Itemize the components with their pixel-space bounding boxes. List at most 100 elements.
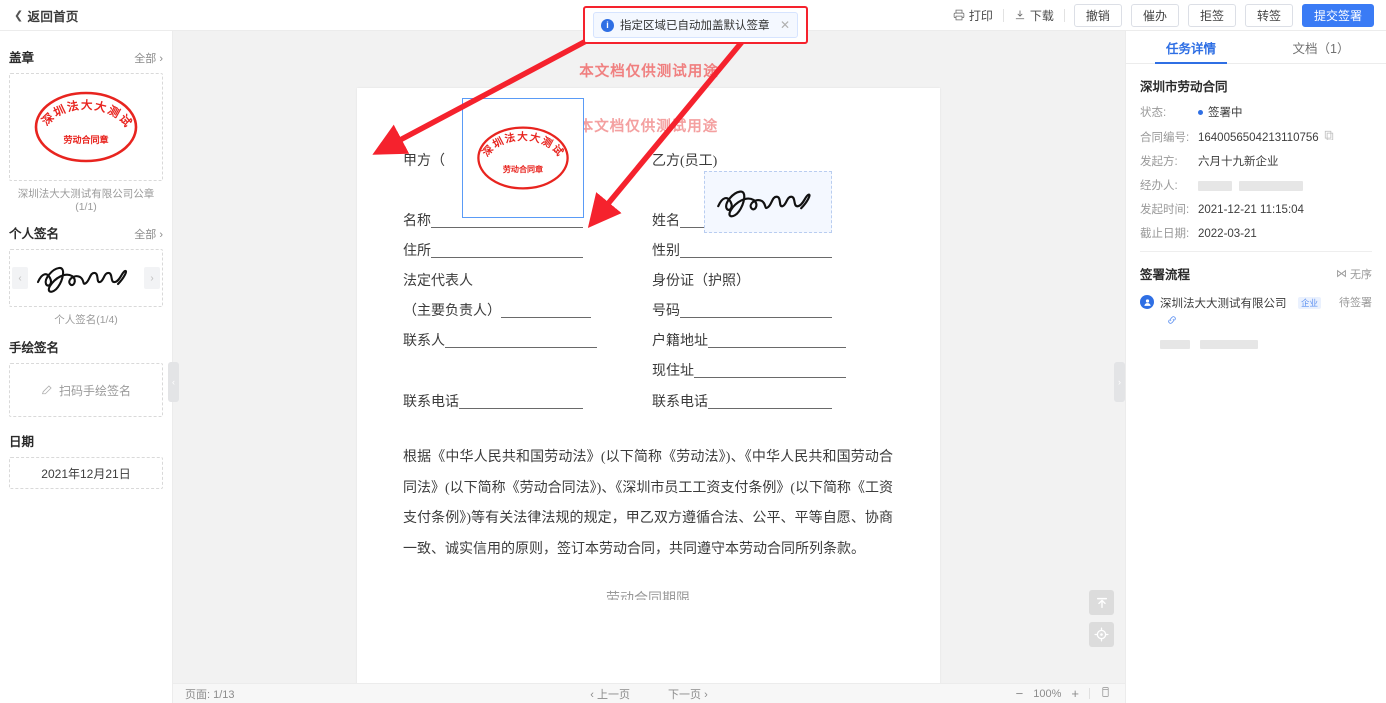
seal-view-all-link[interactable]: 全部 › <box>134 50 163 66</box>
toast-message: 指定区域已自动加盖默认签章 <box>620 20 770 32</box>
sidebar-collapse-handle[interactable]: ‹ <box>168 362 179 402</box>
personal-signature-card[interactable]: ‹ › <box>9 249 163 307</box>
personal-signature-section-header: 个人签名 全部 › <box>9 223 163 242</box>
pencil-icon <box>41 385 52 395</box>
target-icon <box>1094 627 1109 642</box>
document-bottom-bar: 页面: 1/13 ‹ 上一页 下一页 › − 100% + <box>173 683 1125 703</box>
page-nav: ‹ 上一页 下一页 › <box>173 686 1125 702</box>
participant-redacted-line <box>1160 336 1333 354</box>
seal-graphic: 深圳法大大测试有限公司 劳动合同章 <box>27 85 138 163</box>
status-dot-icon <box>1198 110 1203 115</box>
field-gender: 性别 <box>652 240 832 260</box>
field-household-address-label: 户籍地址 <box>652 334 708 349</box>
field-legal-rep: 法定代表人 <box>403 274 473 289</box>
field-current-address: 现住址 <box>652 360 846 380</box>
field-contact-person: 联系人 <box>403 330 597 350</box>
seal-view-all-label: 全部 <box>134 53 157 65</box>
sign-flow-participant[interactable]: 深圳法大大测试有限公司 企业 待签署 <box>1140 294 1372 354</box>
date-card[interactable]: 2021年12月21日 <box>9 457 163 489</box>
handdraw-title: 手绘签名 <box>9 341 60 355</box>
back-to-home-button[interactable]: ❮ 返回首页 <box>14 6 79 25</box>
field-contact-phone-b-label: 联系电话 <box>652 395 708 410</box>
detail-initiator-value: 六月十九新企业 <box>1198 156 1279 168</box>
detail-contract-no-label: 合同编号: <box>1140 131 1190 144</box>
document-viewer: 本文档仅供测试用途 本文档仅供测试用途 甲方（ 名称 住所 法定代表人 （主要负… <box>173 31 1125 683</box>
close-icon[interactable]: ✕ <box>780 18 790 32</box>
signature-next-button[interactable]: › <box>144 267 160 289</box>
seal-section-header: 盖章 全部 › <box>9 47 163 66</box>
status-text: 签署中 <box>1208 107 1243 119</box>
detail-handler-label: 经办人: <box>1140 180 1178 192</box>
redacted-block <box>1198 181 1232 191</box>
unordered-icon: ⋈ <box>1336 268 1347 280</box>
detail-handler: 经办人: <box>1140 179 1372 193</box>
scroll-to-top-button[interactable] <box>1089 590 1114 615</box>
submit-sign-button[interactable]: 提交签署 <box>1301 3 1374 27</box>
field-contact-person-label: 联系人 <box>403 334 445 349</box>
field-household-address: 户籍地址 <box>652 330 846 350</box>
date-section-header: 日期 <box>9 431 163 450</box>
top-actions: 打印 下载 撤销 催办 拒签 转签 提交签署 <box>943 3 1374 27</box>
handdraw-action-label: 扫码手绘签名 <box>58 383 131 398</box>
prev-page-label: 上一页 <box>597 688 630 701</box>
next-page-button[interactable]: 下一页 › <box>668 686 708 702</box>
watermark-above-page: 本文档仅供测试用途 <box>579 64 719 80</box>
left-sidebar: 盖章 全部 › 深圳法大大测试有限公司 劳动合同章 深圳法大大测试有限公司公章(… <box>0 31 173 703</box>
field-gender-label: 性别 <box>652 244 680 259</box>
signature-prev-button[interactable]: ‹ <box>12 267 28 289</box>
print-icon <box>953 9 965 21</box>
reject-sign-button[interactable]: 拒签 <box>1187 3 1236 27</box>
next-section-heading: 劳动合同期限 <box>606 592 690 600</box>
signature-view-all-link[interactable]: 全部 › <box>134 226 163 242</box>
redacted-block <box>1200 340 1259 349</box>
date-title: 日期 <box>9 435 35 449</box>
field-party-b: 乙方(员工) <box>652 154 718 169</box>
redacted-block <box>1239 181 1303 191</box>
detail-contract-no: 合同编号: 1640056504213110756 <box>1140 130 1372 145</box>
chevron-left-icon: ‹ <box>590 688 594 701</box>
placed-signature-graphic <box>717 190 811 218</box>
print-button[interactable]: 打印 <box>943 7 1003 24</box>
field-address-label: 住所 <box>403 244 431 259</box>
sign-flow-header: 签署流程 ⋈ 无序 <box>1140 264 1372 283</box>
field-id-number-label: 号码 <box>652 304 680 319</box>
seal-caption: 深圳法大大测试有限公司公章(1/1) <box>17 188 155 213</box>
detail-start-time: 发起时间: 2021-12-21 11:15:04 <box>1140 203 1372 217</box>
right-panel-tabs: 任务详情 文档（1） <box>1126 31 1386 64</box>
field-contact-phone-a-label: 联系电话 <box>403 395 459 410</box>
urge-button[interactable]: 催办 <box>1130 3 1179 27</box>
revoke-button[interactable]: 撤销 <box>1073 3 1122 27</box>
link-icon[interactable] <box>1167 316 1177 328</box>
sign-flow-order-label: 无序 <box>1350 268 1372 281</box>
field-principal-label: （主要负责人） <box>403 304 501 319</box>
placed-company-seal[interactable]: 深圳法大大测试有限公司 劳动合同章 <box>462 98 584 218</box>
placed-personal-signature[interactable] <box>704 171 832 233</box>
prev-page-button[interactable]: ‹ 上一页 <box>590 686 630 702</box>
signing-workspace: ❮ 返回首页 打印 下载 撤销 催办 拒签 转签 提交签署 i 指定区域已自动加… <box>0 0 1386 703</box>
right-panel: 任务详情 文档（1） 深圳市劳动合同 状态: 签署中 合同编号: 1640056… <box>1125 31 1386 703</box>
participant-name: 深圳法大大测试有限公司 <box>1160 298 1287 310</box>
toast-highlight-box: i 指定区域已自动加盖默认签章 ✕ <box>583 6 808 44</box>
seal-card[interactable]: 深圳法大大测试有限公司 劳动合同章 <box>9 73 163 181</box>
handdraw-signature-card[interactable]: 扫码手绘签名 <box>9 363 163 417</box>
field-id-number: 号码 <box>652 300 832 320</box>
copy-icon[interactable] <box>1324 130 1334 145</box>
copy-glyph <box>1324 130 1333 141</box>
locate-signature-button[interactable] <box>1089 622 1114 647</box>
document-page: 本文档仅供测试用途 甲方（ 名称 住所 法定代表人 （主要负责人） 联系人 联系… <box>357 88 940 683</box>
tab-task-detail[interactable]: 任务详情 <box>1126 31 1256 64</box>
chevron-right-icon: › <box>704 688 708 701</box>
download-button[interactable]: 下载 <box>1004 7 1064 24</box>
svg-text:劳动合同章: 劳动合同章 <box>63 134 108 145</box>
signature-view-all-label: 全部 <box>134 229 157 241</box>
link-glyph <box>1168 316 1176 324</box>
back-to-home-label: 返回首页 <box>27 9 79 24</box>
download-label: 下载 <box>1029 8 1054 23</box>
tab-documents[interactable]: 文档（1） <box>1256 31 1386 63</box>
transfer-sign-button[interactable]: 转签 <box>1244 3 1293 27</box>
contract-content: 甲方（ 名称 住所 法定代表人 （主要负责人） 联系人 联系电话 乙方(员工) … <box>357 88 940 683</box>
detail-deadline-value: 2022-03-21 <box>1198 228 1257 240</box>
right-panel-collapse-handle[interactable]: › <box>1114 362 1125 402</box>
field-company-name-label: 名称 <box>403 214 431 229</box>
handdraw-action[interactable]: 扫码手绘签名 <box>41 382 131 399</box>
